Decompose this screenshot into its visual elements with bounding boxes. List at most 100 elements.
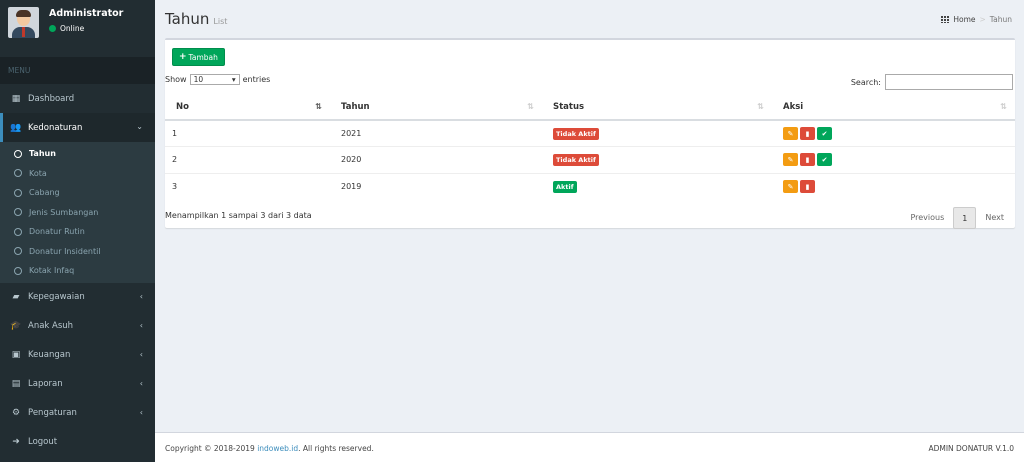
plus-icon: + [179, 52, 187, 62]
trash-icon: ▮ [805, 129, 810, 138]
chevron-left-icon: ‹ [139, 320, 143, 330]
edit-button[interactable]: ✎ [783, 180, 798, 193]
sidebar-item-logout[interactable]: ➜ Logout [0, 428, 155, 457]
delete-button[interactable]: ▮ [800, 153, 815, 167]
sidebar-subitem-donatur-rutin[interactable]: Donatur Rutin [0, 222, 155, 242]
edit-button[interactable]: ✎ [783, 127, 798, 140]
sidebar-subitem-cabang[interactable]: Cabang [0, 183, 155, 203]
edit-button[interactable]: ✎ [783, 153, 798, 167]
breadcrumb-separator: > [979, 15, 986, 24]
circle-icon [14, 266, 22, 275]
file-icon: ▤ [11, 379, 21, 389]
entries-control: Show 10 ▾ entries [165, 74, 270, 85]
add-button[interactable]: + Tambah [172, 48, 225, 66]
activate-button[interactable]: ✔ [817, 127, 832, 140]
status-badge: Tidak Aktif [553, 127, 599, 140]
circle-icon [14, 208, 22, 217]
sidebar-item-label: Jenis Sumbangan [29, 207, 99, 217]
pagination-next[interactable]: Next [976, 207, 1013, 229]
column-header-status[interactable]: Status ⇅ [542, 94, 772, 121]
sidebar-item-pengaturan[interactable]: ⚙ Pengaturan ‹ [0, 399, 155, 428]
sidebar-item-label: Keuangan [28, 350, 71, 360]
footer-link[interactable]: indoweb.id [257, 444, 298, 453]
activate-button[interactable]: ✔ [817, 153, 832, 167]
search-label: Search: [850, 77, 881, 87]
sidebar-item-dashboard[interactable]: ▦ Dashboard [0, 84, 155, 113]
edit-icon: ✎ [787, 129, 794, 138]
sidebar-item-laporan[interactable]: ▤ Laporan ‹ [0, 370, 155, 399]
table-row: 3 2019 Aktif ✎ ▮ [165, 172, 1015, 200]
table-row: 1 2021 Tidak Aktif ✎ ▮ ✔ [165, 119, 1015, 147]
sidebar-subitem-jenis-sumbangan[interactable]: Jenis Sumbangan [0, 203, 155, 223]
chevron-left-icon: ‹ [139, 407, 143, 417]
pagination-previous[interactable]: Previous [901, 207, 953, 229]
menu-header: MENU [0, 57, 155, 84]
avatar [8, 7, 39, 38]
edit-icon: ✎ [787, 155, 794, 164]
cell-tahun: 2019 [330, 172, 542, 200]
chevron-left-icon: ‹ [139, 378, 143, 388]
sidebar-subitem-kotak-infaq[interactable]: Kotak Infaq [0, 261, 155, 281]
copyright: Copyright © 2018-2019 indoweb.id. All ri… [165, 444, 374, 453]
table-header-row: No ⇅ Tahun ⇅ Status ⇅ Aksi ⇅ [165, 94, 1015, 121]
sidebar-item-anak-asuh[interactable]: 🎓 Anak Asuh ‹ [0, 312, 155, 341]
column-header-tahun[interactable]: Tahun ⇅ [330, 94, 542, 121]
sidebar-item-label: Donatur Rutin [29, 227, 85, 237]
copyright-suffix: . All rights reserved. [298, 444, 374, 453]
user-name: Administrator [49, 8, 124, 19]
user-panel: Administrator Online [0, 0, 155, 57]
cell-aksi: ✎ ▮ ✔ [772, 146, 1015, 173]
entries-select[interactable]: 10 ▾ [189, 74, 240, 85]
sidebar-item-label: Donatur Insidentil [29, 246, 101, 256]
sidebar-item-keuangan[interactable]: ▣ Keuangan ‹ [0, 341, 155, 370]
search-input[interactable] [885, 74, 1013, 90]
gear-icon: ⚙ [11, 408, 21, 418]
caret-down-icon: ▾ [231, 75, 236, 84]
delete-button[interactable]: ▮ [800, 180, 815, 193]
briefcase-icon: ▰ [12, 292, 20, 302]
sidebar-item-label: Kotak Infaq [29, 266, 75, 276]
table-row: 2 2020 Tidak Aktif ✎ ▮ ✔ [165, 146, 1015, 173]
sidebar-item-kedonaturan[interactable]: 👥 Kedonaturan ⌄ [0, 113, 155, 142]
sidebar-item-kepegawaian[interactable]: ▰ Kepegawaian ‹ [0, 283, 155, 312]
add-button-label: Tambah [188, 52, 218, 62]
column-header-label: Status [553, 101, 585, 112]
online-dot-icon [49, 25, 56, 32]
column-header-no[interactable]: No ⇅ [165, 94, 330, 121]
cell-no: 2 [165, 146, 330, 173]
sort-icon: ⇅ [1000, 102, 1007, 111]
column-header-aksi[interactable]: Aksi ⇅ [772, 94, 1015, 121]
cell-status: Tidak Aktif [542, 146, 772, 173]
pagination: Previous 1 Next [901, 207, 1013, 229]
sidebar-item-label: Cabang [29, 188, 60, 198]
cell-status: Tidak Aktif [542, 119, 772, 147]
dashboard-icon [941, 16, 950, 23]
page-title-text: Tahun [165, 10, 210, 28]
cell-aksi: ✎ ▮ ✔ [772, 119, 1015, 147]
breadcrumb-home[interactable]: Home [953, 15, 975, 24]
cell-aksi: ✎ ▮ [772, 172, 1015, 200]
breadcrumb: Home > Tahun [941, 15, 1012, 24]
page-subtitle: List [213, 17, 228, 26]
sidebar-item-label: Tahun [29, 149, 56, 159]
sidebar: Administrator Online MENU ▦ Dashboard 👥 … [0, 0, 155, 462]
sidebar-subitem-tahun[interactable]: Tahun [0, 144, 155, 164]
sidebar-subitem-kota[interactable]: Kota [0, 164, 155, 184]
page-title: Tahun List [165, 10, 227, 28]
sidebar-item-label: Kepegawaian [28, 292, 85, 302]
cell-tahun: 2021 [330, 119, 542, 147]
sidebar-subitem-donatur-insidentil[interactable]: Donatur Insidentil [0, 242, 155, 262]
sort-icon: ⇅ [757, 102, 764, 111]
footer: Copyright © 2018-2019 indoweb.id. All ri… [155, 432, 1024, 462]
delete-button[interactable]: ▮ [800, 127, 815, 140]
entries-select-value: 10 [193, 75, 204, 84]
circle-icon [14, 227, 22, 236]
sidebar-item-label: Anak Asuh [28, 321, 74, 331]
money-icon: ▣ [11, 350, 21, 360]
dashboard-icon: ▦ [11, 93, 21, 104]
sidebar-item-label: Logout [28, 437, 58, 447]
circle-icon [14, 188, 22, 197]
pagination-page-current[interactable]: 1 [953, 207, 977, 229]
check-icon: ✔ [821, 129, 828, 138]
column-header-label: No [176, 101, 189, 112]
